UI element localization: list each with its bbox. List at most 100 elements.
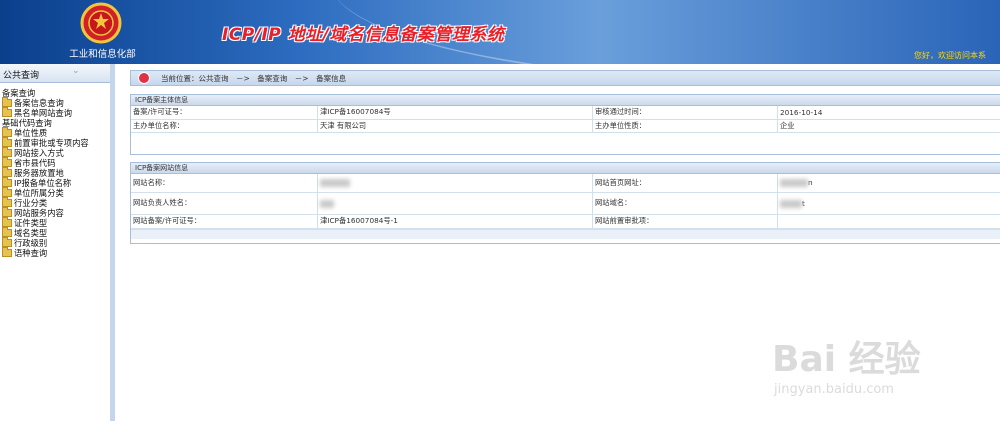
- sidebar-item-label: 前置审批或专项内容: [14, 138, 89, 148]
- folder-icon: [2, 97, 12, 107]
- table-row: 备案/许可证号： 津ICP备16007084号 审核通过时间： 2016-10-…: [131, 106, 1000, 120]
- label-cell: 网站名称：: [131, 174, 318, 193]
- sidebar-group-base-code-query[interactable]: 基础代码查询: [0, 118, 110, 128]
- table-row: 网站备案/许可证号： 津ICP备16007084号-1 网站前置审批项：: [131, 214, 1000, 229]
- baidu-jingyan-watermark: Bai 经验 jingyan.baidu.com: [762, 322, 992, 412]
- folder-icon: [2, 227, 12, 237]
- sidebar-item-label: 单位所属分类: [14, 188, 64, 198]
- label-cell: 网站备案/许可证号：: [131, 214, 318, 229]
- folder-icon: [2, 207, 12, 217]
- sidebar-item-server-location[interactable]: 服务器放置地: [0, 167, 110, 178]
- sidebar-item-label: 黑名单网站查询: [14, 108, 73, 118]
- folder-icon: [2, 147, 12, 157]
- sidebar-item-label: 网站服务内容: [14, 208, 64, 218]
- sidebar-item-blacklist-query[interactable]: 黑名单网站查询: [0, 107, 110, 118]
- sidebar-item-label: 单位性质: [14, 128, 48, 138]
- sidebar: 公共查询 ⌄ 备案查询 备案信息查询 黑名单网站查询 基础代码查询 单位性质 前…: [0, 64, 114, 421]
- value-cell: [777, 214, 1000, 229]
- sidebar-item-label: 省市县代码: [14, 158, 56, 168]
- value-text: t: [802, 198, 805, 208]
- entity-info-panel: ICP备案主体信息 备案/许可证号： 津ICP备16007084号 审核通过时间…: [130, 94, 1000, 155]
- watermark-logo-text: Bai 经验: [772, 339, 921, 380]
- sidebar-item-label: 服务器放置地: [14, 168, 64, 178]
- folder-icon: [2, 127, 12, 137]
- label-cell: 主办单位名称：: [131, 119, 318, 133]
- sidebar-splitter[interactable]: [110, 64, 115, 421]
- value-cell: 津ICP备16007084号-1: [317, 214, 593, 229]
- sidebar-item-region-code[interactable]: 省市县代码: [0, 157, 110, 168]
- label-cell: 备案/许可证号：: [131, 106, 318, 120]
- sidebar-item-label: 行政级别: [14, 238, 48, 248]
- value-text: n: [808, 178, 813, 188]
- website-info-panel: ICP备案网站信息 网站名称： 网站首页网址： n 网站负责人姓名： 网站域名：…: [130, 162, 1000, 244]
- value-cell: t: [777, 192, 1000, 215]
- sidebar-item-admin-level[interactable]: 行政级别: [0, 237, 110, 248]
- sidebar-item-label: 行业分类: [14, 198, 48, 208]
- folder-icon: [2, 167, 12, 177]
- folder-icon: [2, 247, 12, 257]
- label-cell: 审核通过时间：: [592, 106, 778, 120]
- redacted-mask: [780, 199, 802, 208]
- welcome-text: 您好，欢迎访问本系: [914, 51, 986, 60]
- table-row: 网站负责人姓名： 网站域名： t: [131, 192, 1000, 215]
- folder-icon: [2, 187, 12, 197]
- sidebar-item-pre-approval[interactable]: 前置审批或专项内容: [0, 137, 110, 148]
- label-cell: 网站首页网址：: [592, 174, 778, 193]
- national-emblem-icon: [80, 2, 122, 44]
- value-cell: [317, 192, 593, 215]
- home-icon[interactable]: [138, 72, 150, 84]
- redacted-mask: [780, 179, 808, 188]
- watermark-url: jingyan.baidu.com: [774, 382, 894, 397]
- folder-icon: [2, 237, 12, 247]
- sidebar-item-label: 证件类型: [14, 218, 48, 228]
- sidebar-item-label: 备案信息查询: [14, 98, 64, 108]
- label-cell: 主办单位性质：: [592, 119, 778, 133]
- panel-footer: [131, 228, 1000, 239]
- value-cell: 津ICP备16007084号: [317, 106, 593, 120]
- label-cell: 网站前置审批项：: [592, 214, 778, 229]
- label-cell: 网站域名：: [592, 192, 778, 215]
- folder-icon: [2, 217, 12, 227]
- value-cell: [317, 174, 593, 193]
- sidebar-header: 公共查询 ⌄: [0, 64, 113, 83]
- folder-icon: [2, 197, 12, 207]
- sidebar-group-filing-query[interactable]: 备案查询: [0, 88, 110, 98]
- sidebar-item-service-content[interactable]: 网站服务内容: [0, 207, 110, 218]
- header-banner: 工业和信息化部 ICP/IP 地址/域名信息备案管理系统 您好，欢迎访问本系: [0, 0, 1000, 64]
- website-info-table: 网站名称： 网站首页网址： n 网站负责人姓名： 网站域名： t 网站备案/许可…: [131, 174, 1000, 229]
- sidebar-item-unit-nature[interactable]: 单位性质: [0, 127, 110, 138]
- sidebar-item-unit-category[interactable]: 单位所属分类: [0, 187, 110, 198]
- redacted-mask: [320, 199, 334, 208]
- value-cell: 企业: [777, 119, 1000, 133]
- redacted-mask: [320, 179, 350, 188]
- sidebar-item-access-method[interactable]: 网站接入方式: [0, 147, 110, 158]
- entity-info-table: 备案/许可证号： 津ICP备16007084号 审核通过时间： 2016-10-…: [131, 106, 1000, 133]
- sidebar-item-industry[interactable]: 行业分类: [0, 197, 110, 208]
- double-chevron-down-icon[interactable]: ⌄: [72, 66, 80, 76]
- panel-title: ICP备案网站信息: [131, 163, 1000, 174]
- breadcrumb-text: 当前位置：公共查询 －> 备案查询 －> 备案信息: [161, 74, 347, 83]
- breadcrumb: 当前位置：公共查询 －> 备案查询 －> 备案信息: [130, 70, 1000, 86]
- sidebar-item-language[interactable]: 语种查询: [0, 247, 110, 258]
- sidebar-item-id-type[interactable]: 证件类型: [0, 217, 110, 228]
- sidebar-tree: 备案查询 备案信息查询 黑名单网站查询 基础代码查询 单位性质 前置审批或专项内…: [0, 88, 110, 258]
- value-cell: 2016-10-14: [777, 106, 1000, 120]
- value-cell: n: [777, 174, 1000, 193]
- sidebar-item-label: 语种查询: [14, 248, 48, 258]
- sidebar-item-label: 网站接入方式: [14, 148, 64, 158]
- folder-icon: [2, 137, 12, 147]
- folder-icon: [2, 177, 12, 187]
- sidebar-item-label: 域名类型: [14, 228, 48, 238]
- ministry-name: 工业和信息化部: [69, 49, 136, 60]
- value-cell: 天津 有限公司: [317, 119, 593, 133]
- folder-icon: [2, 157, 12, 167]
- sidebar-item-domain-type[interactable]: 域名类型: [0, 227, 110, 238]
- sidebar-item-filing-info-query[interactable]: 备案信息查询: [0, 97, 110, 108]
- sidebar-item-ip-unit-name[interactable]: IP报备单位名称: [0, 177, 110, 188]
- folder-icon: [2, 107, 12, 117]
- panel-title: ICP备案主体信息: [131, 95, 1000, 106]
- system-title: ICP/IP 地址/域名信息备案管理系统: [222, 25, 505, 45]
- sidebar-item-label: IP报备单位名称: [14, 178, 72, 188]
- label-cell: 网站负责人姓名：: [131, 192, 318, 215]
- sidebar-title: 公共查询: [3, 71, 40, 81]
